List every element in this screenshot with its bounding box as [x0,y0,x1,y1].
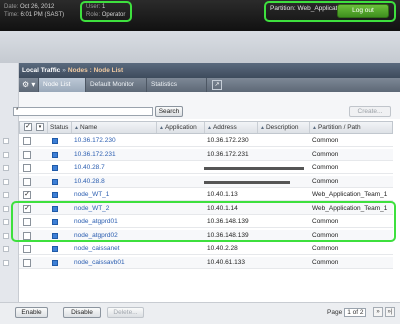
date-value: Oct 26, 2012 [20,4,55,10]
create-button[interactable]: Create... [349,106,391,117]
node-address: 10.40.1.13 [207,191,238,198]
table-row[interactable]: 10.36.172.230 10.36.172.230 Common [19,135,393,147]
node-name-link[interactable]: node_caissanet [74,243,120,255]
column-address-label: Address [212,124,237,131]
chevron-down-icon[interactable]: ▾ [36,123,44,131]
table-row[interactable]: node_caissavb01 10.40.61.133 Common [19,257,393,269]
column-name[interactable]: ▲Name [71,122,156,133]
tab-bar: ⚙ ▾ Node List Default Monitor Statistics… [19,78,400,92]
sort-icon: ▲ [312,125,317,131]
row-expand-toggle[interactable] [3,260,9,266]
row-expand-toggle[interactable] [3,165,9,171]
gear-icon[interactable]: ⚙ ▾ [19,78,39,92]
node-address: 10.40.61.133 [207,259,245,266]
column-description[interactable]: ▲Description [257,122,309,133]
row-checkbox[interactable] [23,137,31,145]
header-date-time: Date: Oct 26, 2012 Time: 6:01 PM (SAST) [4,3,64,19]
node-address: 10.36.172.230 [207,137,249,144]
external-link-icon[interactable]: ↗ [212,80,222,90]
breadcrumb-root[interactable]: Local Traffic [22,67,60,74]
last-page-icon[interactable]: »| [385,307,395,317]
table-row[interactable]: 10.36.172.231 10.36.172.231 Common [19,149,393,161]
node-partition: Common [312,137,339,144]
row-checkbox[interactable] [23,178,31,186]
column-description-label: Description [265,124,299,131]
node-partition: Common [312,245,339,252]
tab-statistics[interactable]: Statistics [147,78,207,92]
sort-asc-icon: ▲ [74,125,79,131]
column-status[interactable]: Status [47,122,71,133]
status-available-icon [52,152,58,158]
node-name-link[interactable]: node_caissavb01 [74,257,125,269]
tab-node-list[interactable]: Node List [39,78,86,92]
node-name-link[interactable]: 10.36.172.230 [74,135,116,147]
date-label: Date: [4,4,19,10]
node-address: 10.36.172.231 [207,151,249,158]
breadcrumb: Local Traffic» Nodes : Node List [19,63,400,78]
page-select[interactable]: 1 of 2 [344,308,367,317]
column-partition[interactable]: ▲Partition / Path [309,122,393,133]
node-address: 10.40.2.28 [207,245,238,252]
status-available-icon [52,165,58,171]
row-expand-toggle[interactable] [3,233,9,239]
row-checkbox[interactable] [23,151,31,159]
row-expand-toggle[interactable] [3,192,9,198]
column-address[interactable]: ▲Address [204,122,257,133]
page-label: Page [327,309,343,316]
breadcrumb-separator: » [62,67,66,74]
breadcrumb-current: Nodes : Node List [67,67,124,74]
column-application-label: Application [164,124,197,131]
node-partition: Common [312,259,339,266]
node-name-link[interactable]: 10.40.28.7 [74,162,105,174]
node-partition: Common [312,178,339,185]
delete-button[interactable]: Delete... [107,307,144,318]
status-available-icon [52,246,58,252]
sort-icon: ▲ [159,125,164,131]
row-checkbox[interactable] [23,245,31,253]
node-name-link[interactable]: 10.36.172.231 [74,149,116,161]
status-available-icon [52,260,58,266]
next-page-icon[interactable]: » [373,307,383,317]
node-partition: Common [312,151,339,158]
status-available-icon [52,192,58,198]
redaction-bar [204,181,290,184]
row-checkbox[interactable]: ✓ [23,191,31,199]
search-button[interactable]: Search [155,106,183,117]
role-highlight-box [80,1,132,22]
tab-default-monitor[interactable]: Default Monitor [86,78,147,92]
status-available-icon [52,138,58,144]
sort-icon: ▲ [260,125,265,131]
node-partition: Common [312,164,339,171]
table-header: ✓ ▾ Status ▲Name ▲Application ▲Address ▲… [19,121,393,134]
column-name-label: Name [79,124,98,131]
sort-icon: ▲ [207,125,212,131]
time-label: Time: [4,12,19,18]
status-available-icon [52,179,58,185]
table-row[interactable]: node_caissanet 10.40.2.28 Common [19,243,393,255]
node-name-link[interactable]: node_WT_1 [74,189,109,201]
row-expand-toggle[interactable] [3,152,9,158]
node-partition: Web_Application_Team_1 [312,191,388,198]
logout-button[interactable]: Log out [337,4,389,18]
search-input[interactable]: * [13,107,153,116]
row-expand-toggle[interactable] [3,179,9,185]
column-application[interactable]: ▲Application [156,122,204,133]
row-expand-toggle[interactable] [3,219,9,225]
row-checkbox[interactable] [23,164,31,172]
enable-button[interactable]: Enable [15,307,48,318]
node-name-link[interactable]: 10.40.28.8 [74,176,105,188]
time-value: 6:01 PM (SAST) [20,12,65,18]
row-checkbox[interactable] [23,259,31,267]
row-expand-toggle[interactable] [3,206,9,212]
header-band [0,31,400,63]
row-expand-toggle[interactable] [3,138,9,144]
column-partition-label: Partition / Path [317,124,361,131]
table-row[interactable]: ✓ node_WT_1 10.40.1.13 Web_Application_Team… [19,189,393,201]
redaction-bar [204,167,304,170]
row-expand-toggle[interactable] [3,246,9,252]
rows-highlight-box [11,201,396,242]
pager: Page 1 of 2 [327,308,367,317]
select-all-checkbox[interactable]: ✓ [24,123,32,131]
disable-button[interactable]: Disable [63,307,101,318]
